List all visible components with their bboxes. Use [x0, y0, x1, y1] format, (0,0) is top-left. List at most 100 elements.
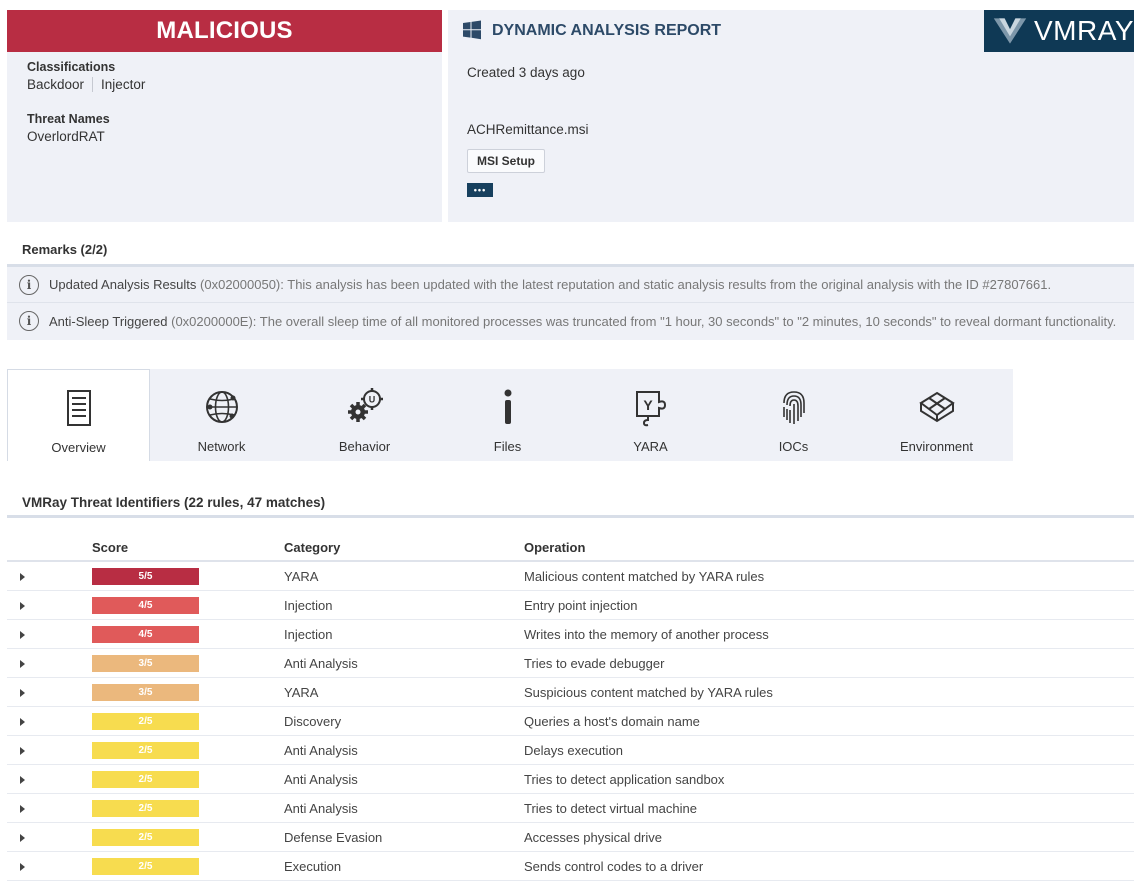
vmray-logo-mark [993, 18, 1027, 44]
operation-cell: Tries to detect virtual machine [524, 800, 697, 816]
table-row[interactable]: 3/5 YARA Suspicious content matched by YAR… [7, 678, 1134, 707]
svg-text:Y: Y [643, 397, 653, 413]
verdict-banner: MALICIOUS [7, 10, 442, 52]
score-badge: 2/5 [92, 799, 199, 817]
vmray-brand-text: VMRAY [1034, 15, 1134, 46]
expand-caret-icon[interactable] [20, 746, 25, 755]
tab-label: IOCs [778, 439, 809, 454]
threat-names-label: Threat Names [27, 112, 110, 126]
score-badge: 2/5 [92, 828, 199, 846]
column-header-score[interactable]: Score [92, 540, 284, 555]
sample-filename: ACHRemittance.msi [467, 122, 589, 137]
threat-name: OverlordRAT [27, 129, 105, 144]
document-icon [66, 390, 91, 426]
operation-cell: Queries a host's domain name [524, 713, 700, 729]
category-cell: Injection [284, 626, 333, 642]
score-badge: 4/5 [92, 596, 199, 614]
verdict-panel: Classifications Backdoor Injector Threat… [7, 52, 442, 222]
expand-caret-icon[interactable] [20, 688, 25, 697]
tab-label: Files [493, 439, 522, 454]
info-icon: i [19, 311, 39, 331]
expand-caret-icon[interactable] [20, 601, 25, 610]
table-row[interactable]: 5/5 YARA Malicious content matched by YARA… [7, 562, 1134, 591]
report-title: DYNAMIC ANALYSIS REPORT [492, 22, 722, 39]
table-row[interactable]: 2/5 Anti Analysis Tries to detect applicat… [7, 765, 1134, 794]
category-cell: Anti Analysis [284, 771, 358, 787]
expand-caret-icon[interactable] [20, 659, 25, 668]
score-badge: 4/5 [92, 625, 199, 643]
tab-files[interactable]: Files [436, 369, 579, 461]
category-cell: YARA [284, 684, 319, 700]
tab-label: Network [197, 439, 246, 454]
table-row[interactable]: 3/5 Anti Analysis Tries to evade debugger [7, 649, 1134, 678]
threat-names-list: OverlordRAT [27, 129, 422, 144]
table-row[interactable]: 2/5 Discovery Queries a host's domain name [7, 707, 1134, 736]
category-cell: Anti Analysis [284, 655, 358, 671]
table-body: 5/5 YARA Malicious content matched by YARA… [7, 562, 1134, 881]
operation-cell: Suspicious content matched by YARA rules [524, 684, 773, 700]
remark-item: i Updated Analysis Results (0x02000050):… [7, 267, 1134, 303]
table-row[interactable]: 4/5 Injection Entry point injection [7, 591, 1134, 620]
gears-icon: U [347, 388, 383, 422]
more-button[interactable]: ••• [467, 183, 493, 197]
windows-icon [462, 20, 482, 43]
expand-caret-icon[interactable] [20, 572, 25, 581]
classification-tag: Injector [101, 77, 146, 92]
category-cell: Defense Evasion [284, 829, 383, 845]
column-header-operation[interactable]: Operation [524, 540, 1134, 555]
tab-behavior[interactable]: U Behavior [293, 369, 436, 461]
tab-iocs[interactable]: IOCs [722, 369, 865, 461]
remarks-title: Remarks (2/2) [22, 242, 108, 257]
operation-cell: Malicious content matched by YARA rules [524, 568, 765, 584]
table-row[interactable]: 2/5 Anti Analysis Tries to detect virtual … [7, 794, 1134, 823]
table-row[interactable]: 4/5 Injection Writes into the memory of an… [7, 620, 1134, 649]
remark-title: Updated Analysis Results [49, 277, 197, 292]
column-header-category[interactable]: Category [284, 540, 524, 555]
table-row[interactable]: 2/5 Anti Analysis Delays execution [7, 736, 1134, 765]
category-cell: Anti Analysis [284, 742, 358, 758]
fingerprint-icon [782, 391, 805, 424]
tab-yara[interactable]: Y YARA [579, 369, 722, 461]
category-cell: Execution [284, 858, 342, 874]
tab-label: Environment [900, 439, 973, 454]
tab-overview[interactable]: Overview [7, 369, 150, 461]
operation-cell: Entry point injection [524, 597, 638, 613]
score-badge: 3/5 [92, 683, 199, 701]
classifications-list: Backdoor Injector [27, 77, 422, 92]
report-header: DYNAMIC ANALYSIS REPORT [448, 10, 984, 52]
expand-caret-icon[interactable] [20, 630, 25, 639]
report-tabs: Overview Network U Behavior Files Y YARA… [7, 369, 1013, 461]
operation-cell: Writes into the memory of another proces… [524, 626, 769, 642]
score-badge: 2/5 [92, 741, 199, 759]
expand-caret-icon[interactable] [20, 833, 25, 842]
remark-item: i Anti-Sleep Triggered (0x0200000E): The… [7, 303, 1134, 339]
operation-cell: Delays execution [524, 742, 623, 758]
threat-identifiers-title: VMRay Threat Identifiers (22 rules, 47 m… [22, 495, 326, 510]
created-time: Created 3 days ago [467, 65, 585, 80]
category-cell: Discovery [284, 713, 342, 729]
table-row[interactable]: 2/5 Execution Sends control codes to a dri… [7, 852, 1134, 881]
score-badge: 3/5 [92, 654, 199, 672]
classifications-label: Classifications [27, 60, 116, 74]
category-cell: YARA [284, 568, 319, 584]
report-panel: Created 3 days ago ACHRemittance.msi MSI… [448, 52, 1134, 222]
expand-caret-icon[interactable] [20, 775, 25, 784]
tab-environment[interactable]: Environment [865, 369, 1008, 461]
vmray-logo[interactable]: VMRAY [984, 10, 1134, 52]
yara-icon: Y [635, 391, 666, 427]
expand-caret-icon[interactable] [20, 862, 25, 871]
category-cell: Injection [284, 597, 333, 613]
expand-caret-icon[interactable] [20, 717, 25, 726]
operation-cell: Accesses physical drive [524, 829, 662, 845]
tab-network[interactable]: Network [150, 369, 293, 461]
expand-caret-icon[interactable] [20, 804, 25, 813]
operation-cell: Sends control codes to a driver [524, 858, 704, 874]
score-badge: 2/5 [92, 712, 199, 730]
svg-text:U: U [368, 395, 375, 405]
threat-identifiers-table: Score Category Operation 5/5 YARA Maliciou… [7, 534, 1134, 881]
score-badge: 2/5 [92, 857, 199, 875]
category-cell: Anti Analysis [284, 800, 358, 816]
remark-detail: (0x0200000E): The overall sleep time of … [167, 313, 1117, 329]
table-row[interactable]: 2/5 Defense Evasion Accesses physical driv… [7, 823, 1134, 852]
table-header: Score Category Operation [7, 534, 1134, 562]
